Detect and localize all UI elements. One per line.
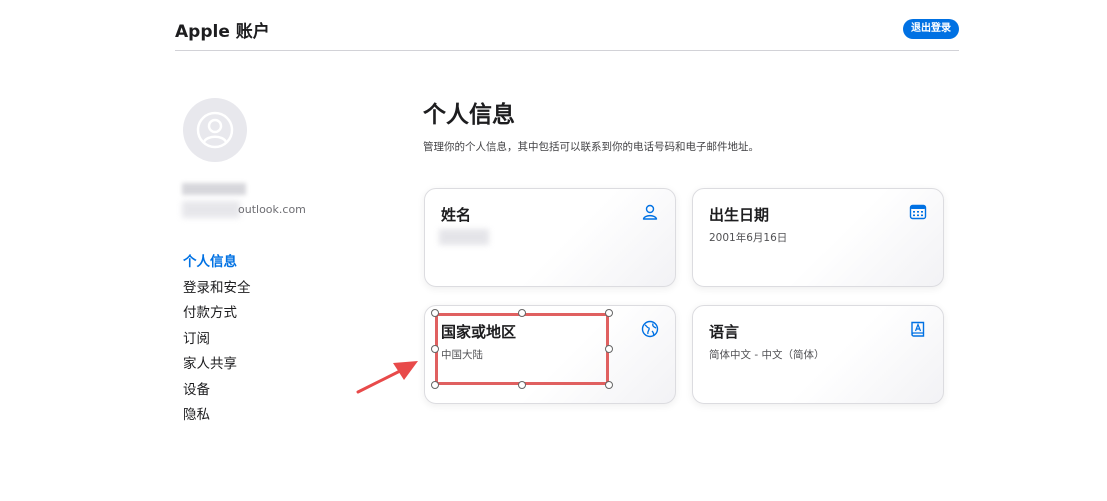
annotation-handle: [605, 345, 613, 353]
calendar-icon: [909, 204, 927, 220]
account-email: outlook.com: [238, 203, 306, 216]
sidebar-item-family-sharing[interactable]: 家人共享: [183, 352, 251, 378]
globe-icon: [641, 320, 659, 338]
redacted-name-value: [439, 229, 489, 245]
sidebar-item-privacy[interactable]: 隐私: [183, 403, 251, 429]
annotation-handle: [605, 309, 613, 317]
header: Apple 账户 退出登录: [175, 0, 959, 51]
annotation-handle: [431, 309, 439, 317]
sidebar-nav: 个人信息 登录和安全 付款方式 订阅 家人共享 设备 隐私: [183, 250, 251, 429]
language-card-title: 语言: [709, 323, 740, 341]
name-card[interactable]: 姓名: [424, 188, 676, 287]
annotation-handle: [431, 381, 439, 389]
annotation-handle: [605, 381, 613, 389]
redacted-email-prefix: [182, 201, 240, 218]
page-header-title: Apple 账户: [175, 22, 270, 42]
birthday-card-value: 2001年6月16日: [709, 232, 788, 244]
sidebar-item-subscriptions[interactable]: 订阅: [183, 327, 251, 353]
annotation-handle: [431, 345, 439, 353]
name-card-title: 姓名: [441, 206, 472, 224]
sidebar-item-personal-info[interactable]: 个人信息: [183, 250, 251, 276]
sidebar-item-devices[interactable]: 设备: [183, 378, 251, 404]
annotation-handle: [518, 309, 526, 317]
birthday-card[interactable]: 出生日期 2001年6月16日: [692, 188, 944, 287]
book-icon: [911, 321, 925, 337]
annotation-handle: [518, 381, 526, 389]
avatar[interactable]: [183, 98, 247, 162]
birthday-card-title: 出生日期: [709, 206, 770, 224]
sidebar-item-sign-in-security[interactable]: 登录和安全: [183, 276, 251, 302]
redacted-name: [182, 183, 246, 195]
language-card[interactable]: 语言 简体中文 - 中文（简体）: [692, 305, 944, 404]
page-subtitle: 管理你的个人信息，其中包括可以联系到你的电话号码和电子邮件地址。: [423, 141, 759, 153]
person-icon: [642, 204, 658, 220]
person-circle-icon: [196, 111, 234, 149]
page-title: 个人信息: [423, 102, 515, 128]
sign-out-button[interactable]: 退出登录: [903, 19, 959, 39]
sidebar-item-payment[interactable]: 付款方式: [183, 301, 251, 327]
annotation-highlight-box: [435, 313, 609, 385]
language-card-value: 简体中文 - 中文（简体）: [709, 349, 825, 361]
